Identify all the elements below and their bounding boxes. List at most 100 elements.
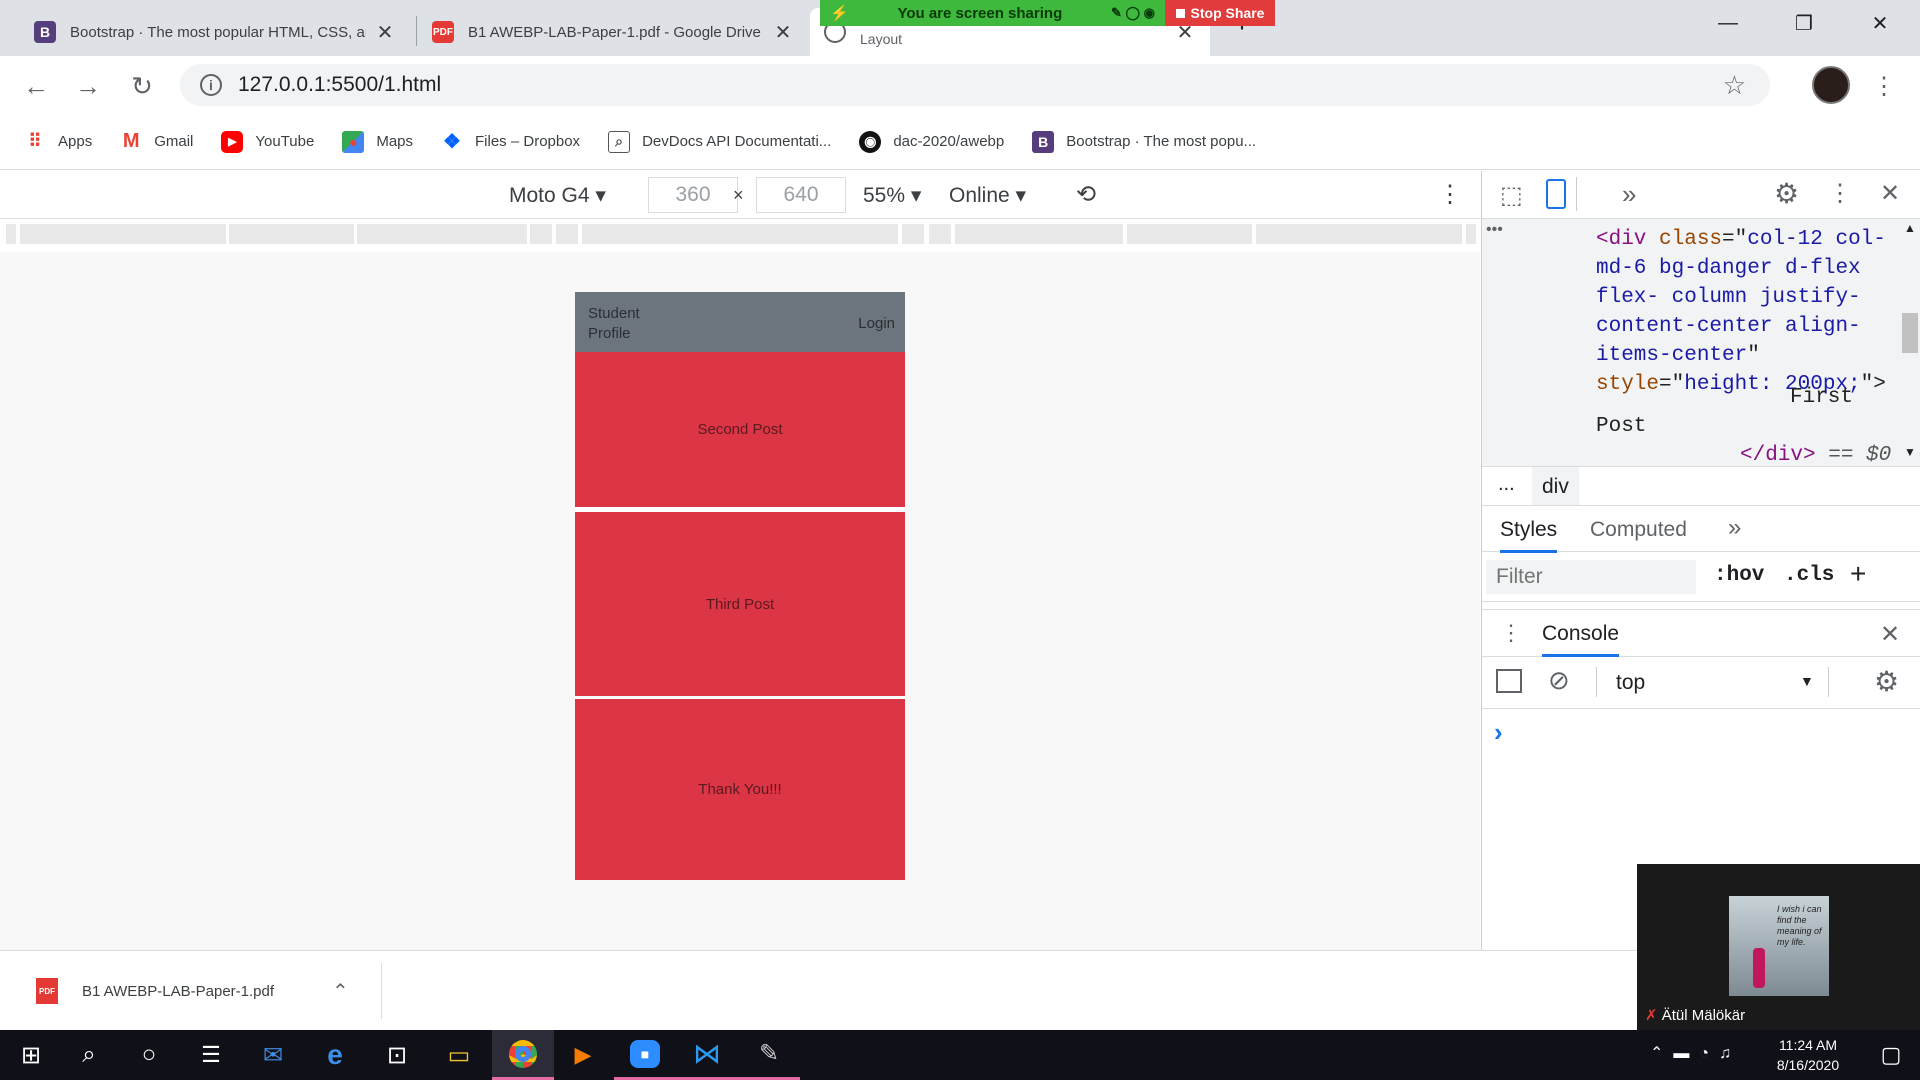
download-menu-icon[interactable]: ⌃ xyxy=(332,979,349,1004)
console-settings-icon[interactable]: ⚙ xyxy=(1874,665,1899,698)
close-drawer-icon[interactable]: ✕ xyxy=(1880,620,1900,649)
bookmark-gmail[interactable]: M Gmail xyxy=(120,130,194,153)
device-toggle-icon[interactable] xyxy=(1546,179,1566,209)
notifications-icon[interactable]: ▢ xyxy=(1860,1030,1920,1080)
bookmark-youtube[interactable]: ▶ YouTube xyxy=(221,130,314,153)
sidebar-toggle-icon[interactable] xyxy=(1496,669,1522,693)
ruler-segment[interactable] xyxy=(357,224,527,244)
close-tab-icon[interactable]: ✕ xyxy=(374,20,396,45)
bookmark-dropbox[interactable]: ❖ Files – Dropbox xyxy=(441,131,580,153)
new-rule-button[interactable]: + xyxy=(1850,558,1866,590)
chrome-menu-icon[interactable]: ⋮ xyxy=(1866,68,1902,104)
bookmark-github[interactable]: ◉ dac-2020/awebp xyxy=(859,130,1004,153)
cortana-icon[interactable]: ○ xyxy=(118,1030,180,1080)
more-tabs-icon[interactable]: » xyxy=(1622,179,1636,210)
zoom-select[interactable]: 55% ▾ xyxy=(863,183,921,208)
elements-scrollbar[interactable]: ▲ ▼ xyxy=(1899,219,1920,466)
height-input[interactable]: 640 xyxy=(756,177,846,213)
zoom-video-window[interactable]: I wish i can find the meaning of my life… xyxy=(1637,864,1920,1030)
restore-icon[interactable]: ❐ xyxy=(1766,0,1842,46)
device-select[interactable]: Moto G4 ▾ xyxy=(509,183,606,208)
store-icon[interactable]: ⊡ xyxy=(366,1030,428,1080)
ruler-segment[interactable] xyxy=(929,224,951,244)
clock[interactable]: 11:24 AM 8/16/2020 xyxy=(1768,1035,1848,1075)
ruler-segment[interactable] xyxy=(1127,224,1252,244)
styles-filter-input[interactable] xyxy=(1486,560,1696,594)
breadcrumb-ellipsis[interactable]: ... xyxy=(1498,473,1515,496)
close-tab-icon[interactable]: ✕ xyxy=(772,20,794,45)
breadcrumb-div[interactable]: div xyxy=(1532,467,1579,505)
reload-icon[interactable]: ↻ xyxy=(124,68,160,104)
ruler-segment[interactable] xyxy=(6,224,16,244)
address-bar[interactable]: i 127.0.0.1:5500/1.html ☆ xyxy=(180,64,1770,106)
bookmark-maps[interactable]: ● Maps xyxy=(342,130,413,153)
tab-bootstrap[interactable]: B Bootstrap · The most popular HTML, CSS… xyxy=(20,8,410,56)
ruler-segment[interactable] xyxy=(955,224,1123,244)
bookmark-star-icon[interactable]: ☆ xyxy=(1723,70,1746,101)
network-select[interactable]: Online ▾ xyxy=(949,183,1026,208)
file-explorer-icon[interactable]: ▭ xyxy=(428,1030,490,1080)
tab-styles[interactable]: Styles xyxy=(1500,518,1558,553)
close-tag: </div> xyxy=(1740,444,1816,466)
more-tabs-icon[interactable]: » xyxy=(1728,514,1741,542)
bookmark-bootstrap[interactable]: B Bootstrap · The most popu... xyxy=(1032,130,1256,153)
tab-computed[interactable]: Computed xyxy=(1590,518,1687,542)
ellipsis-icon[interactable]: ••• xyxy=(1486,221,1503,239)
console-prompt[interactable]: › xyxy=(1494,717,1503,748)
scroll-up-icon[interactable]: ▲ xyxy=(1904,221,1916,235)
ruler-segment[interactable] xyxy=(902,224,924,244)
chrome-taskbar-icon[interactable] xyxy=(492,1030,554,1080)
windows-start-icon[interactable]: ⊞ xyxy=(0,1030,62,1080)
navbar-brand[interactable]: Student Profile xyxy=(588,304,658,344)
minimize-icon[interactable]: — xyxy=(1690,0,1766,46)
login-link[interactable]: Login xyxy=(858,315,895,332)
inspect-element-icon[interactable]: ⬚ xyxy=(1500,181,1523,210)
system-tray-icons[interactable]: ⌃▬◔♫ xyxy=(1650,1043,1741,1063)
context-dropdown-icon[interactable]: ▼ xyxy=(1800,673,1814,689)
selected-marker: == $0 xyxy=(1828,444,1892,466)
back-icon[interactable]: ← xyxy=(18,68,54,104)
tab-console[interactable]: Console xyxy=(1542,622,1620,657)
scroll-thumb[interactable] xyxy=(1902,313,1918,353)
profile-avatar[interactable] xyxy=(1812,66,1850,104)
ruler-segment[interactable] xyxy=(530,224,552,244)
settings-gear-icon[interactable]: ⚙ xyxy=(1774,177,1799,210)
selected-node[interactable]: <div class="col-12 col-md-6 bg-danger d-… xyxy=(1596,225,1886,399)
site-info-icon[interactable]: i xyxy=(200,74,222,96)
download-item[interactable]: PDF B1 AWEBP-LAB-Paper-1.pdf ⌃ xyxy=(18,963,382,1019)
context-select[interactable]: top xyxy=(1616,671,1645,695)
task-view-icon[interactable]: ☰ xyxy=(180,1030,242,1080)
ruler-segment[interactable] xyxy=(1256,224,1462,244)
clear-console-icon[interactable]: ⊘ xyxy=(1548,665,1570,696)
ruler-segment[interactable] xyxy=(1466,224,1476,244)
stop-share-button[interactable]: Stop Share xyxy=(1165,0,1275,26)
hov-button[interactable]: :hov xyxy=(1714,564,1764,587)
ruler-segment[interactable] xyxy=(556,224,578,244)
rotate-icon[interactable]: ⟲ xyxy=(1076,180,1096,209)
ruler-segment[interactable] xyxy=(20,224,226,244)
scroll-down-icon[interactable]: ▼ xyxy=(1904,445,1916,459)
mail-icon[interactable]: ✉ xyxy=(242,1030,304,1080)
screen-share-bar: ⚡ You are screen sharing ✎ ◯ ◉ Stop Shar… xyxy=(820,0,1275,26)
clock-date: 8/16/2020 xyxy=(1776,1057,1840,1073)
close-window-icon[interactable]: ✕ xyxy=(1842,0,1918,46)
ruler-segment[interactable] xyxy=(229,224,354,244)
ruler-segment[interactable] xyxy=(582,224,898,244)
vscode-icon[interactable]: ⋈ xyxy=(676,1030,738,1080)
zoom-taskbar-icon[interactable]: ■ xyxy=(614,1030,676,1080)
bookmark-apps[interactable]: ⠿ Apps xyxy=(24,131,92,153)
devtools-menu-icon[interactable]: ⋮ xyxy=(1828,179,1852,208)
media-player-icon[interactable]: ▶ xyxy=(552,1030,614,1080)
drawer-menu-icon[interactable]: ⋮ xyxy=(1500,620,1522,646)
paint-icon[interactable]: ✎ xyxy=(738,1030,800,1080)
tab-google-drive[interactable]: PDF B1 AWEBP-LAB-Paper-1.pdf - Google Dr… xyxy=(418,8,808,56)
edge-icon[interactable]: e xyxy=(304,1030,366,1080)
share-controls-icon[interactable]: ✎ ◯ ◉ xyxy=(1111,5,1155,21)
search-icon[interactable]: ⌕ xyxy=(58,1030,120,1080)
forward-icon[interactable]: → xyxy=(70,68,106,104)
cls-button[interactable]: .cls xyxy=(1784,564,1834,587)
device-menu-icon[interactable]: ⋮ xyxy=(1438,180,1462,209)
bookmark-devdocs[interactable]: ⌕ DevDocs API Documentati... xyxy=(608,130,831,153)
width-input[interactable]: 360 xyxy=(648,177,738,213)
close-devtools-icon[interactable]: ✕ xyxy=(1880,179,1900,208)
